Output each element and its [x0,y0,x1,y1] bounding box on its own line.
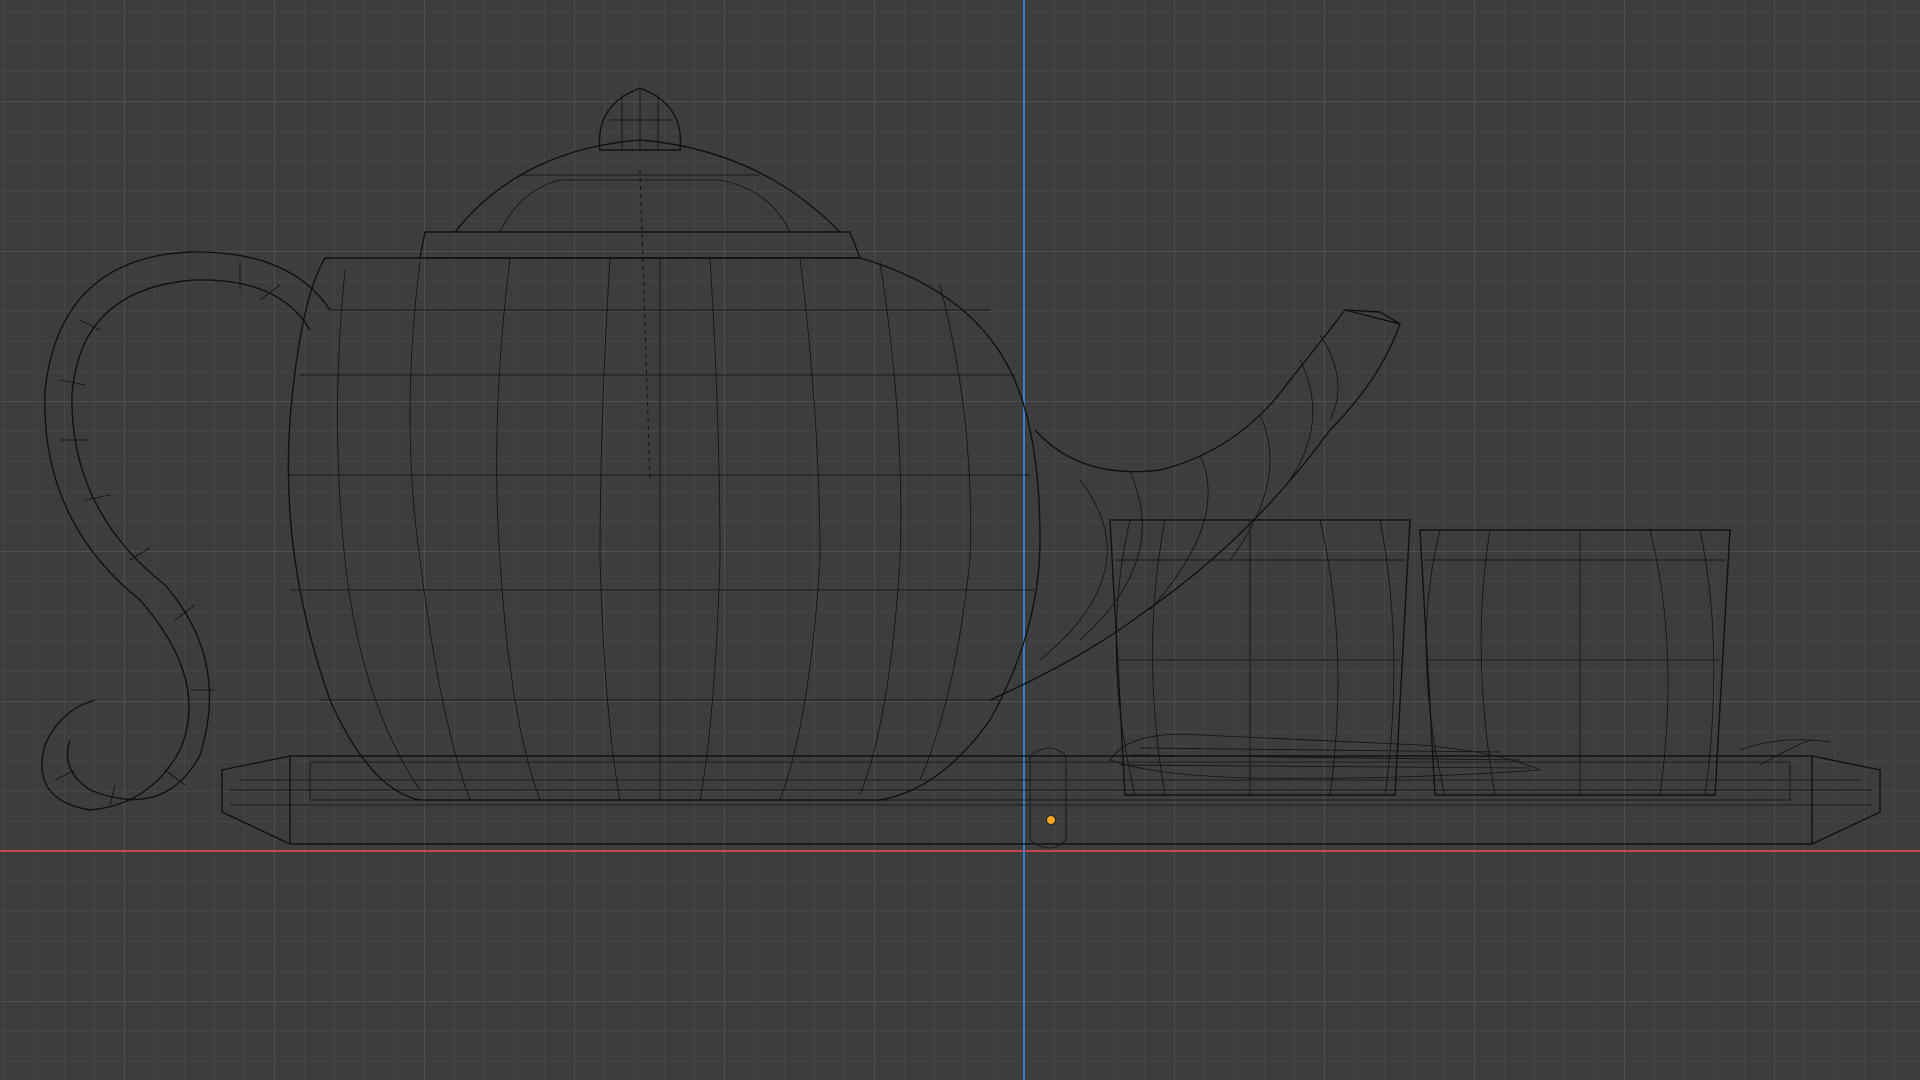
wireframe-scene[interactable] [0,0,1920,1080]
3d-viewport[interactable] [0,0,1920,1080]
tea-cup-2[interactable] [1419,529,1731,796]
teapot-spout[interactable] [989,309,1401,701]
tray[interactable] [221,747,1881,849]
teapot-body[interactable] [287,169,1041,801]
teapot-handle[interactable] [41,251,331,811]
object-origin-dot[interactable] [1046,815,1056,825]
tea-cup-1[interactable] [1109,519,1411,796]
